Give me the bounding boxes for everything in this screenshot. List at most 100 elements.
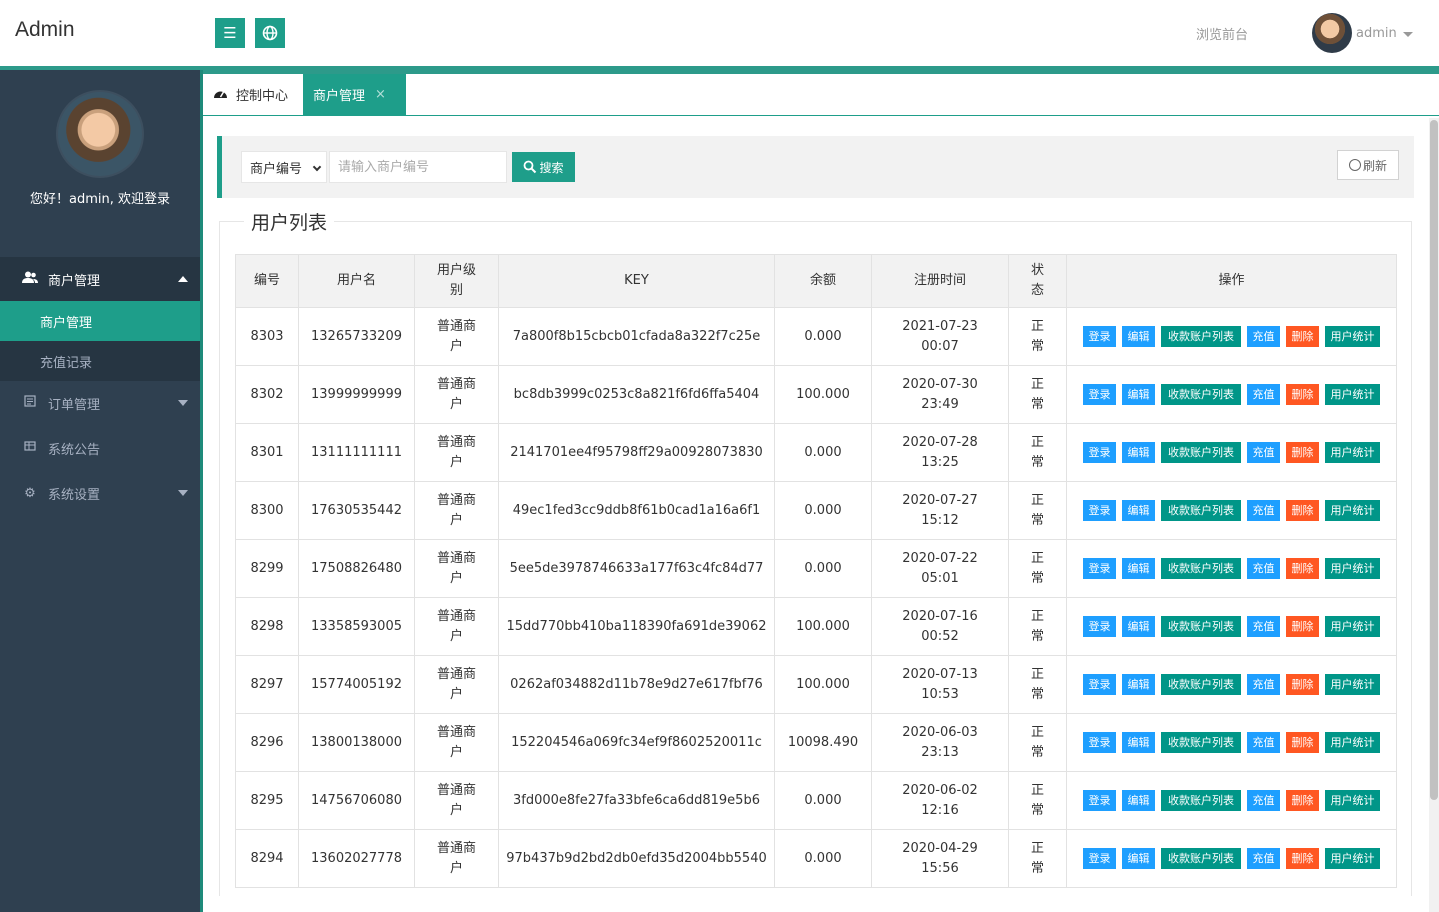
- cell-balance: 0.000: [774, 829, 872, 888]
- search-field-select[interactable]: 商户编号: [241, 151, 327, 183]
- delete-button[interactable]: 删除: [1286, 558, 1319, 579]
- cell-username: 13602027778: [298, 829, 415, 888]
- account-list-button[interactable]: 收款账户列表: [1161, 326, 1241, 347]
- recharge-button[interactable]: 充值: [1247, 500, 1280, 521]
- tab-merchants[interactable]: 商户管理 ×: [303, 74, 406, 115]
- edit-button[interactable]: 编辑: [1122, 442, 1155, 463]
- login-button[interactable]: 登录: [1083, 790, 1116, 811]
- recharge-button[interactable]: 充值: [1247, 442, 1280, 463]
- account-list-button[interactable]: 收款账户列表: [1161, 500, 1241, 521]
- sidebar-subitem-recharge-records[interactable]: 充值记录: [0, 341, 200, 381]
- user-stats-button[interactable]: 用户统计: [1325, 674, 1380, 695]
- column-header: KEY: [498, 254, 775, 308]
- register-date: 2020-04-29: [902, 840, 978, 856]
- cell-level: 普通商户: [414, 423, 499, 482]
- user-stats-button[interactable]: 用户统计: [1325, 848, 1380, 869]
- user-stats-button[interactable]: 用户统计: [1325, 442, 1380, 463]
- recharge-button[interactable]: 充值: [1247, 732, 1280, 753]
- merchant-id-input[interactable]: [329, 151, 507, 183]
- refresh-button[interactable]: 刷新: [1337, 150, 1399, 180]
- sidebar-item-settings[interactable]: ⚙ 系统设置: [0, 471, 200, 515]
- delete-button[interactable]: 删除: [1286, 326, 1319, 347]
- sidebar-subitem-merchants[interactable]: 商户管理: [0, 301, 200, 341]
- user-stats-button[interactable]: 用户统计: [1325, 616, 1380, 637]
- user-stats-button[interactable]: 用户统计: [1325, 790, 1380, 811]
- edit-button[interactable]: 编辑: [1122, 326, 1155, 347]
- account-list-button[interactable]: 收款账户列表: [1161, 616, 1241, 637]
- recharge-button[interactable]: 充值: [1247, 674, 1280, 695]
- recharge-button[interactable]: 充值: [1247, 558, 1280, 579]
- delete-button[interactable]: 删除: [1286, 384, 1319, 405]
- cell-key: 5ee5de3978746633a177f63c4fc84d77: [498, 539, 775, 598]
- account-list-button[interactable]: 收款账户列表: [1161, 674, 1241, 695]
- edit-button[interactable]: 编辑: [1122, 790, 1155, 811]
- login-button[interactable]: 登录: [1083, 384, 1116, 405]
- site-button[interactable]: [255, 18, 285, 48]
- cell-status: 正常: [1008, 481, 1067, 540]
- sidebar-item-orders[interactable]: 订单管理: [0, 381, 200, 425]
- cell-balance: 0.000: [774, 539, 872, 598]
- close-icon[interactable]: ×: [375, 87, 386, 102]
- edit-button[interactable]: 编辑: [1122, 732, 1155, 753]
- delete-button[interactable]: 删除: [1286, 732, 1319, 753]
- cell-level: 普通商户: [414, 829, 499, 888]
- tab-dashboard[interactable]: 控制中心: [203, 74, 298, 115]
- table-row: 8300 17630535442 普通商户 49ec1fed3cc9ddb8f61b0…: [235, 481, 1397, 540]
- recharge-button[interactable]: 充值: [1247, 790, 1280, 811]
- account-list-button[interactable]: 收款账户列表: [1161, 442, 1241, 463]
- edit-button[interactable]: 编辑: [1122, 384, 1155, 405]
- recharge-button[interactable]: 充值: [1247, 848, 1280, 869]
- table-row: 8301 13111111111 普通商户 2141701ee4f95798ff29a…: [235, 423, 1397, 482]
- recharge-button[interactable]: 充值: [1247, 326, 1280, 347]
- edit-button[interactable]: 编辑: [1122, 848, 1155, 869]
- login-button[interactable]: 登录: [1083, 674, 1116, 695]
- front-site-link[interactable]: 浏览前台: [1196, 24, 1248, 43]
- delete-button[interactable]: 删除: [1286, 674, 1319, 695]
- account-list-button[interactable]: 收款账户列表: [1161, 384, 1241, 405]
- cell-username: 15774005192: [298, 655, 415, 714]
- delete-button[interactable]: 删除: [1286, 500, 1319, 521]
- scrollbar[interactable]: [1429, 118, 1439, 912]
- login-button[interactable]: 登录: [1083, 558, 1116, 579]
- login-button[interactable]: 登录: [1083, 326, 1116, 347]
- login-button[interactable]: 登录: [1083, 442, 1116, 463]
- delete-button[interactable]: 删除: [1286, 616, 1319, 637]
- edit-button[interactable]: 编辑: [1122, 616, 1155, 637]
- account-list-button[interactable]: 收款账户列表: [1161, 790, 1241, 811]
- cell-level: 普通商户: [414, 365, 499, 424]
- edit-button[interactable]: 编辑: [1122, 674, 1155, 695]
- sidebar-item-announcements[interactable]: 系统公告: [0, 426, 200, 470]
- cell-register-time: 2020-07-28 13:25: [871, 423, 1009, 482]
- search-button[interactable]: 搜索: [512, 152, 575, 182]
- sidebar-item-merchants[interactable]: 商户管理: [0, 257, 200, 301]
- scrollbar-thumb[interactable]: [1430, 120, 1438, 800]
- user-stats-button[interactable]: 用户统计: [1325, 500, 1380, 521]
- login-button[interactable]: 登录: [1083, 500, 1116, 521]
- user-stats-button[interactable]: 用户统计: [1325, 558, 1380, 579]
- cell-actions: 登录 编辑 收款账户列表 充值 删除 用户统计: [1066, 771, 1397, 830]
- cell-balance: 0.000: [774, 481, 872, 540]
- recharge-button[interactable]: 充值: [1247, 616, 1280, 637]
- tab-label: 商户管理: [313, 89, 366, 104]
- user-stats-button[interactable]: 用户统计: [1325, 732, 1380, 753]
- recharge-button[interactable]: 充值: [1247, 384, 1280, 405]
- user-stats-button[interactable]: 用户统计: [1325, 326, 1380, 347]
- account-list-button[interactable]: 收款账户列表: [1161, 732, 1241, 753]
- account-list-button[interactable]: 收款账户列表: [1161, 558, 1241, 579]
- delete-button[interactable]: 删除: [1286, 848, 1319, 869]
- login-button[interactable]: 登录: [1083, 848, 1116, 869]
- delete-button[interactable]: 删除: [1286, 442, 1319, 463]
- table-row: 8303 13265733209 普通商户 7a800f8b15cbcb01cfada…: [235, 307, 1397, 366]
- login-button[interactable]: 登录: [1083, 616, 1116, 637]
- delete-button[interactable]: 删除: [1286, 790, 1319, 811]
- edit-button[interactable]: 编辑: [1122, 558, 1155, 579]
- cell-balance: 100.000: [774, 597, 872, 656]
- column-header: 编号: [235, 254, 299, 308]
- login-button[interactable]: 登录: [1083, 732, 1116, 753]
- account-list-button[interactable]: 收款账户列表: [1161, 848, 1241, 869]
- user-menu[interactable]: admin: [1312, 13, 1413, 53]
- menu-toggle-button[interactable]: ☰: [215, 18, 245, 48]
- edit-button[interactable]: 编辑: [1122, 500, 1155, 521]
- register-date: 2020-06-03: [902, 724, 978, 740]
- user-stats-button[interactable]: 用户统计: [1325, 384, 1380, 405]
